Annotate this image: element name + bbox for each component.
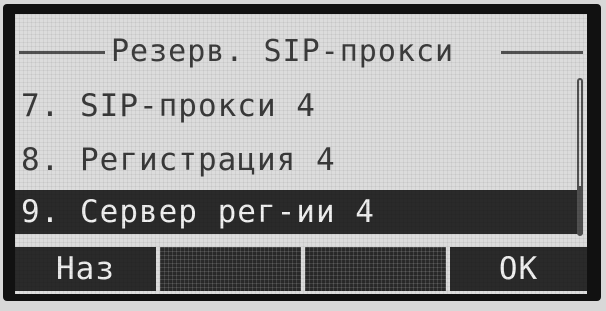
lcd-frame: Резерв. SIP-прокси 7. SIP-прокси 4 8. Ре… [3,4,601,301]
softkey-bar: Наз OK [15,247,587,291]
back-softkey[interactable]: Наз [15,247,156,291]
title-divider-right [501,51,583,54]
ok-softkey[interactable]: OK [450,247,587,291]
menu-item-registration-server-4[interactable]: 9. Сервер рег-ии 4 [15,190,580,234]
lcd-display: Резерв. SIP-прокси 7. SIP-прокси 4 8. Ре… [15,14,587,294]
softkey-2[interactable] [160,247,301,291]
menu-item-sip-proxy-4[interactable]: 7. SIP-прокси 4 [15,84,580,128]
menu-item-registration-4[interactable]: 8. Регистрация 4 [15,138,580,182]
phone-bezel: Резерв. SIP-прокси 7. SIP-прокси 4 8. Ре… [0,0,606,311]
header: Резерв. SIP-прокси [15,30,587,70]
scrollbar-thumb[interactable] [577,186,583,234]
softkey-3[interactable] [305,247,446,291]
title-divider-left [19,51,105,54]
page-title: Резерв. SIP-прокси [111,34,455,69]
